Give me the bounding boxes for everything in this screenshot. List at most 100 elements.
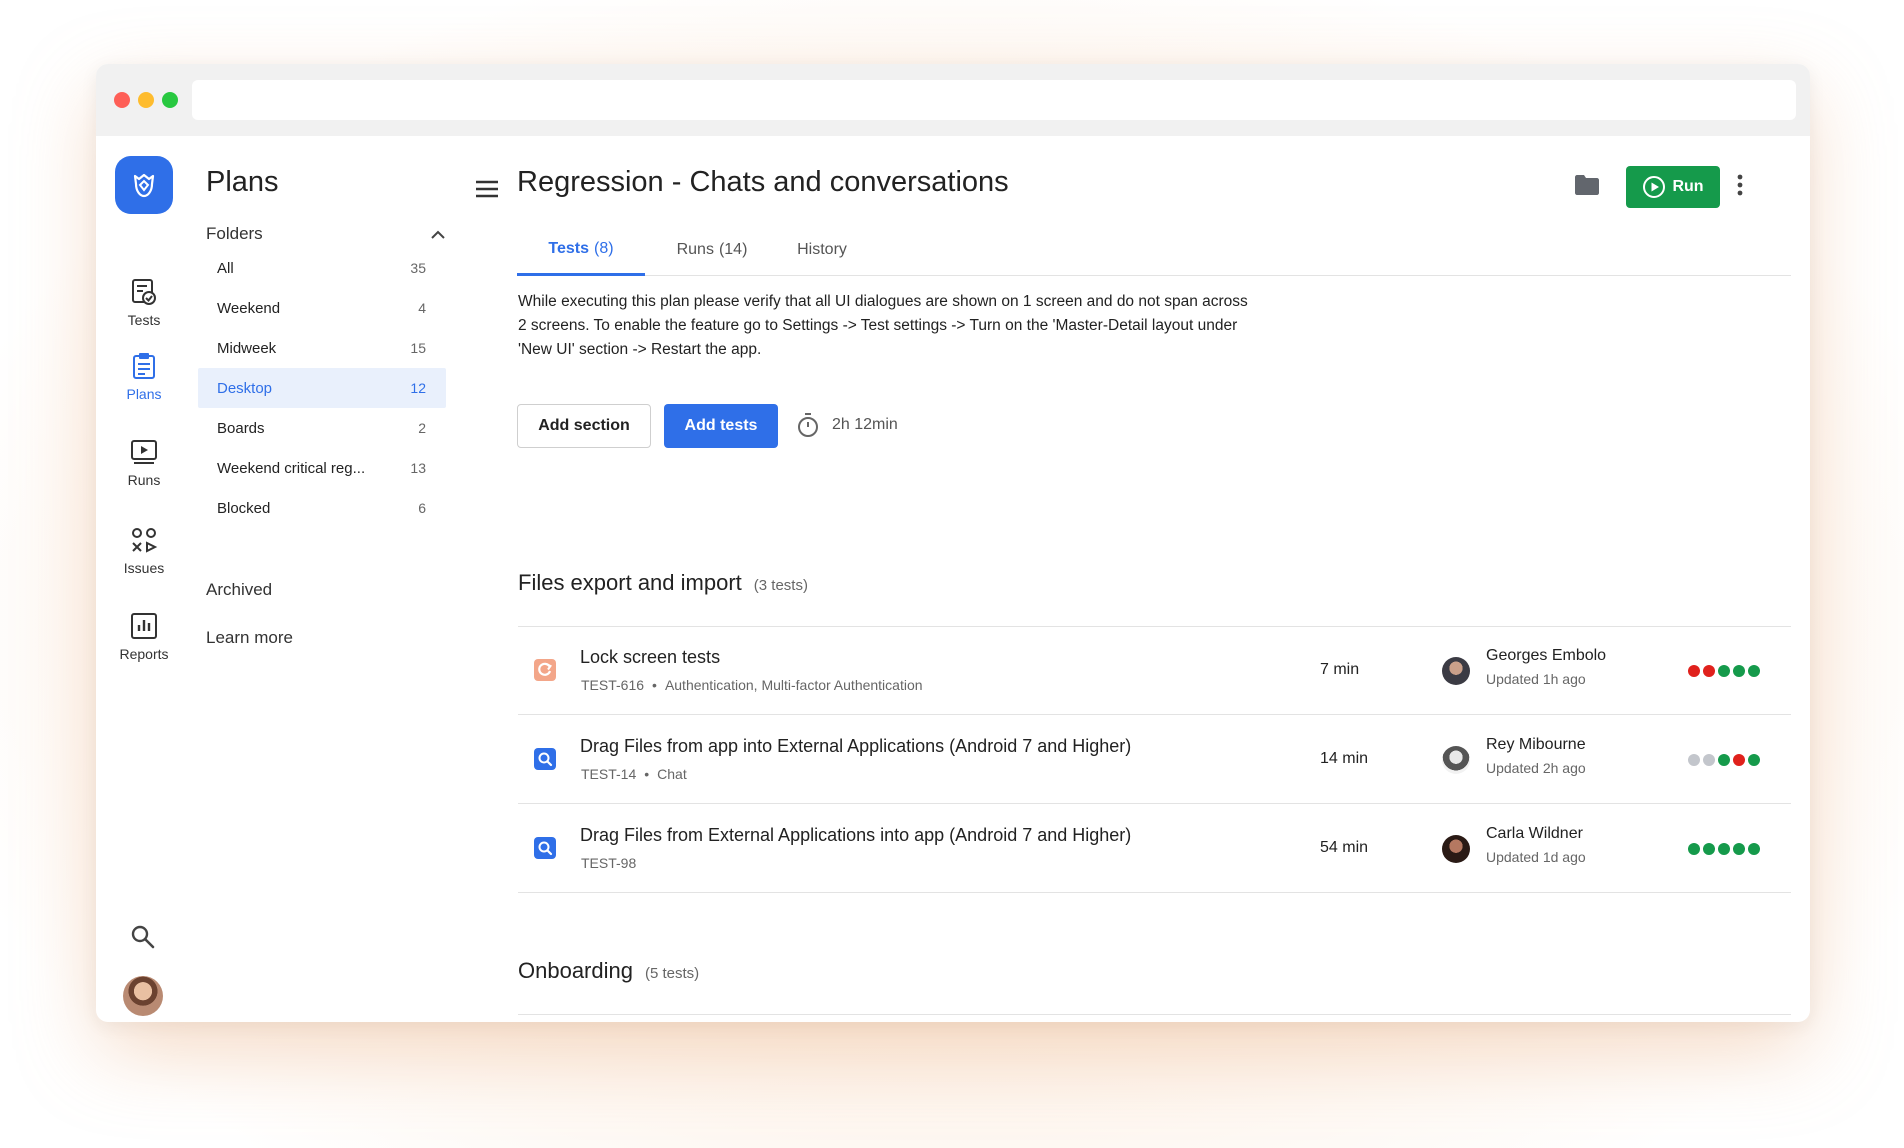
folder-label: Desktop — [217, 379, 273, 397]
run-status-dot-pass — [1733, 665, 1745, 677]
more-vertical-icon — [1737, 174, 1743, 196]
test-title[interactable]: Drag Files from app into External Applic… — [580, 736, 1131, 757]
rail-item-reports[interactable]: Reports — [96, 612, 192, 662]
folder-item-weekend-critical[interactable]: Weekend critical reg... 13 — [198, 448, 446, 488]
test-row[interactable]: Drag Files from External Applications in… — [518, 805, 1791, 893]
run-history[interactable] — [1688, 843, 1760, 855]
run-status-dot-pass — [1748, 665, 1760, 677]
test-duration: 14 min — [1320, 750, 1369, 767]
test-row[interactable]: Onboarding - Login & Forgot Password TES… — [518, 1015, 1791, 1022]
meta-separator: • — [652, 677, 657, 693]
folder-label: Midweek — [217, 339, 277, 357]
play-circle-icon — [1643, 176, 1666, 198]
menu-toggle-button[interactable] — [476, 180, 498, 203]
section-title: Files export and import — [518, 570, 742, 595]
rail-item-label: Tests — [127, 312, 161, 328]
folders-label: Folders — [206, 224, 263, 243]
stopwatch-icon — [798, 413, 818, 437]
page-title: Regression - Chats and conversations — [517, 166, 1009, 198]
rail-item-runs[interactable]: Runs — [96, 438, 192, 488]
run-status-dot-fail — [1733, 754, 1745, 766]
rail-item-label: Runs — [127, 472, 161, 488]
tab-history[interactable]: History — [779, 224, 865, 276]
folder-item-weekend[interactable]: Weekend 4 — [198, 288, 446, 328]
test-id: TEST-616 — [581, 677, 645, 693]
run-status-dot-skipped — [1703, 754, 1715, 766]
test-id: TEST-14 — [581, 766, 637, 782]
test-tags[interactable]: Authentication, Multi-factor Authenticat… — [665, 677, 923, 693]
section-count: (3 tests) — [753, 577, 808, 594]
owl-logo-icon — [133, 173, 155, 198]
tab-count: (14) — [718, 241, 748, 258]
brand-logo[interactable] — [115, 156, 173, 214]
test-row[interactable]: Drag Files from app into External Applic… — [518, 716, 1791, 804]
run-button[interactable]: Run — [1626, 166, 1720, 208]
folder-count: 4 — [418, 300, 426, 316]
tab-runs[interactable]: Runs (14) — [657, 224, 767, 276]
run-status-dot-fail — [1703, 665, 1715, 677]
folder-count: 15 — [410, 340, 426, 356]
reports-icon — [131, 613, 157, 639]
plan-tabs: Tests (8) Runs (14) History — [517, 224, 1791, 276]
section-count: (5 tests) — [644, 965, 700, 982]
run-status-dot-pass — [1718, 843, 1730, 855]
folder-item-desktop[interactable]: Desktop 12 — [198, 368, 446, 408]
more-options-button[interactable] — [1737, 174, 1743, 201]
run-history[interactable] — [1688, 754, 1760, 766]
move-to-folder-button[interactable] — [1574, 174, 1600, 201]
rail-item-plans[interactable]: Plans — [96, 352, 192, 402]
run-status-dot-pass — [1688, 843, 1700, 855]
minimize-window-button[interactable] — [138, 92, 154, 108]
rail-item-issues[interactable]: Issues — [96, 526, 192, 576]
automated-test-icon — [534, 837, 556, 859]
assignee-avatar — [1442, 835, 1470, 863]
learn-more-link[interactable]: Learn more — [206, 628, 293, 648]
tab-label: Tests — [548, 239, 590, 257]
folder-list: All 35 Weekend 4 Midweek 15 Desktop 12 B… — [198, 248, 446, 528]
app-window: Tests Plans Runs Issues Reports Plans Fo… — [96, 64, 1810, 1022]
run-status-dot-fail — [1688, 665, 1700, 677]
close-window-button[interactable] — [114, 92, 130, 108]
folder-item-blocked[interactable]: Blocked 6 — [198, 488, 446, 528]
folder-count: 13 — [410, 460, 426, 476]
test-meta: TEST-616 • Authentication, Multi-factor Au… — [581, 677, 923, 693]
plans-sidebar: Plans Folders All 35 Weekend 4 Midweek 1… — [192, 136, 454, 1022]
test-row[interactable]: Lock screen tests TEST-616 • Authenticatio… — [518, 627, 1791, 715]
test-title[interactable]: Drag Files from External Applications in… — [580, 825, 1131, 846]
folder-item-all[interactable]: All 35 — [198, 248, 446, 288]
tab-tests[interactable]: Tests (8) — [517, 224, 645, 276]
test-title[interactable]: Lock screen tests — [580, 647, 720, 668]
icon-rail: Tests Plans Runs Issues Reports — [96, 136, 192, 1022]
folder-count: 6 — [418, 500, 426, 516]
test-meta: TEST-14 • Chat — [581, 766, 687, 782]
updated-time: Updated 1h ago — [1486, 671, 1586, 687]
folder-item-midweek[interactable]: Midweek 15 — [198, 328, 446, 368]
archived-link[interactable]: Archived — [206, 580, 272, 600]
section-header[interactable]: Onboarding (5 tests) — [518, 958, 699, 984]
folder-item-boards[interactable]: Boards 2 — [198, 408, 446, 448]
rail-item-label: Reports — [119, 646, 169, 662]
run-button-label: Run — [1672, 178, 1704, 195]
maximize-window-button[interactable] — [162, 92, 178, 108]
assignee-name: Rey Mibourne — [1486, 736, 1586, 753]
tests-icon — [132, 279, 156, 305]
global-search-button[interactable] — [130, 924, 156, 955]
folders-toggle[interactable]: Folders — [206, 224, 446, 244]
user-avatar[interactable] — [123, 976, 163, 1016]
section-header[interactable]: Files export and import (3 tests) — [518, 570, 808, 596]
run-status-dot-pass — [1748, 754, 1760, 766]
run-history[interactable] — [1688, 665, 1760, 677]
run-status-dot-pass — [1733, 843, 1745, 855]
rail-item-tests[interactable]: Tests — [96, 278, 192, 328]
meta-separator: • — [644, 766, 650, 782]
address-bar[interactable] — [192, 80, 1796, 120]
add-tests-button[interactable]: Add tests — [664, 404, 778, 448]
add-section-button[interactable]: Add section — [517, 404, 651, 448]
test-meta: TEST-98 — [581, 855, 636, 871]
run-status-dot-pass — [1718, 665, 1730, 677]
run-status-dot-skipped — [1688, 754, 1700, 766]
folder-label: Weekend critical reg... — [217, 459, 366, 477]
test-tags[interactable]: Chat — [657, 766, 687, 782]
test-id: TEST-98 — [581, 855, 637, 871]
assignee-name: Georges Embolo — [1486, 647, 1607, 664]
